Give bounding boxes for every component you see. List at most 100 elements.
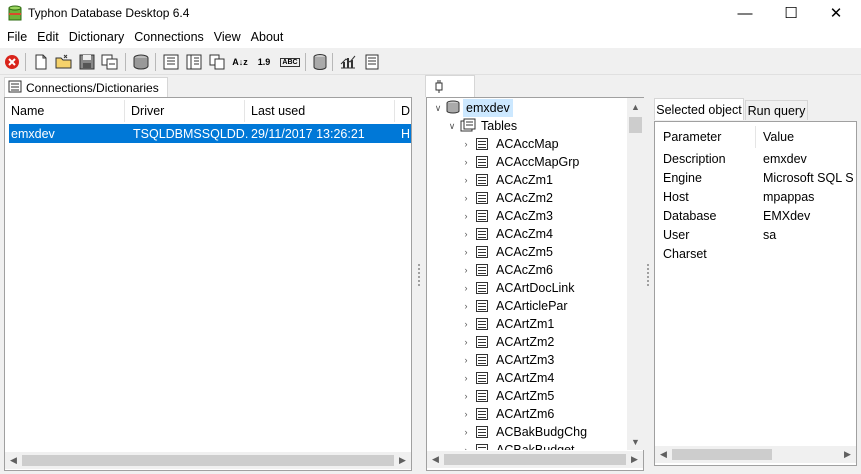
abc-format-icon[interactable]: ABC xyxy=(280,52,300,72)
tree-table-node[interactable]: ACAcZm3 xyxy=(496,207,553,225)
expand-icon[interactable]: › xyxy=(461,175,471,185)
number-format-icon[interactable]: 1.9 xyxy=(254,52,274,72)
table-row[interactable]: emxdev TSQLDBMSSQLDD... 29/11/2017 13:26… xyxy=(9,124,411,143)
connections-grid[interactable] xyxy=(4,97,412,471)
rows-icon[interactable] xyxy=(184,52,204,72)
scroll-left-icon[interactable]: ◀ xyxy=(427,451,444,468)
tree-table-node[interactable]: ACAcZm2 xyxy=(496,189,553,207)
close-button[interactable]: ✕ xyxy=(813,0,859,26)
expand-icon[interactable]: › xyxy=(461,301,471,311)
properties-horizontal-scrollbar[interactable]: ◀ ▶ xyxy=(655,446,856,463)
expand-icon[interactable]: › xyxy=(461,265,471,275)
sort-az-icon[interactable]: A↓z xyxy=(230,52,250,72)
expand-icon[interactable]: › xyxy=(461,337,471,347)
tree-table-node[interactable]: ACArtDocLink xyxy=(496,279,575,297)
table-icon xyxy=(476,426,488,438)
tree-vertical-scrollbar[interactable]: ▲ ▼ xyxy=(627,98,644,450)
expand-icon[interactable]: › xyxy=(461,157,471,167)
column-header-last-used[interactable]: Last used xyxy=(245,100,395,122)
tree-table-node[interactable]: ACArtZm1 xyxy=(496,315,554,333)
scroll-right-icon[interactable]: ▶ xyxy=(626,451,643,468)
collapse-icon[interactable]: ∨ xyxy=(447,121,457,131)
expand-icon[interactable]: › xyxy=(461,211,471,221)
scroll-right-icon[interactable]: ▶ xyxy=(394,452,411,469)
connections-icon[interactable] xyxy=(131,52,151,72)
property-name: Charset xyxy=(663,247,707,261)
menu-file[interactable]: File xyxy=(2,28,32,46)
tab-run-query[interactable]: Run query xyxy=(745,100,808,120)
splitter-grip[interactable] xyxy=(647,262,650,288)
notes-icon[interactable] xyxy=(362,52,382,72)
tab-object-tree[interactable] xyxy=(425,75,475,97)
tree-table-node[interactable]: ACAcZm5 xyxy=(496,243,553,261)
collapse-icon[interactable]: ∨ xyxy=(433,103,443,113)
tree-table-node[interactable]: ACAcZm4 xyxy=(496,225,553,243)
left-horizontal-scrollbar[interactable]: ◀ ▶ xyxy=(5,452,411,469)
tree-table-node[interactable]: ACArtZm2 xyxy=(496,333,554,351)
expand-icon[interactable]: › xyxy=(461,355,471,365)
table-icon xyxy=(476,138,488,150)
expand-icon[interactable]: › xyxy=(461,373,471,383)
tree-table-node[interactable]: ACBakBudgChg xyxy=(496,423,587,441)
tree-table-node[interactable]: ACAccMapGrp xyxy=(496,153,579,171)
scroll-left-icon[interactable]: ◀ xyxy=(655,446,672,463)
table-icon xyxy=(476,264,488,276)
expand-icon[interactable]: › xyxy=(461,391,471,401)
scroll-thumb[interactable] xyxy=(22,455,394,466)
column-header-name[interactable]: Name xyxy=(5,100,125,122)
toolbar-separator xyxy=(125,53,126,71)
scroll-thumb[interactable] xyxy=(444,454,626,465)
tree-table-node[interactable]: ACArticlePar xyxy=(496,297,568,315)
tab-label: Connections/Dictionaries xyxy=(26,80,159,95)
tree-table-node[interactable]: ACAccMap xyxy=(496,135,559,153)
splitter-grip[interactable] xyxy=(418,262,421,288)
scroll-right-icon[interactable]: ▶ xyxy=(839,446,856,463)
expand-icon[interactable]: › xyxy=(461,139,471,149)
tree-table-node[interactable]: ACArtZm3 xyxy=(496,351,554,369)
expand-icon[interactable]: › xyxy=(461,283,471,293)
table-icon xyxy=(476,336,488,348)
new-document-icon[interactable] xyxy=(31,52,51,72)
open-folder-icon[interactable] xyxy=(54,52,74,72)
expand-icon[interactable]: › xyxy=(461,319,471,329)
tree-table-node[interactable]: ACBakBudget xyxy=(496,441,575,450)
scroll-down-icon[interactable]: ▼ xyxy=(627,433,644,450)
menu-dictionary[interactable]: Dictionary xyxy=(64,28,130,46)
expand-icon[interactable]: › xyxy=(461,193,471,203)
tree-table-node[interactable]: ACAcZm6 xyxy=(496,261,553,279)
expand-icon[interactable]: › xyxy=(461,445,471,450)
column-header-driver[interactable]: Driver xyxy=(125,100,245,122)
tree-table-node[interactable]: ACArtZm5 xyxy=(496,387,554,405)
minimize-button[interactable]: — xyxy=(722,0,768,26)
copy-icon[interactable] xyxy=(207,52,227,72)
maximize-button[interactable]: ☐ xyxy=(768,0,814,26)
menu-connections[interactable]: Connections xyxy=(129,28,209,46)
columns-icon[interactable] xyxy=(161,52,181,72)
database-icon[interactable] xyxy=(310,52,330,72)
expand-icon[interactable]: › xyxy=(461,247,471,257)
tree-horizontal-scrollbar[interactable]: ◀ ▶ xyxy=(427,451,643,468)
tree-folder-tables[interactable]: Tables xyxy=(481,117,517,135)
menu-view[interactable]: View xyxy=(209,28,246,46)
menu-about[interactable]: About xyxy=(246,28,289,46)
menu-edit[interactable]: Edit xyxy=(32,28,64,46)
expand-icon[interactable]: › xyxy=(461,409,471,419)
scroll-thumb[interactable] xyxy=(629,117,642,133)
tree-root-node[interactable]: emxdev xyxy=(463,99,513,117)
chart-icon[interactable] xyxy=(338,52,358,72)
expand-icon[interactable]: › xyxy=(461,229,471,239)
tables-folder-icon xyxy=(460,118,476,135)
scroll-thumb[interactable] xyxy=(672,449,772,460)
tab-connections-dictionaries[interactable]: Connections/Dictionaries xyxy=(4,77,168,97)
save-all-icon[interactable] xyxy=(100,52,120,72)
expand-icon[interactable]: › xyxy=(461,427,471,437)
scroll-up-icon[interactable]: ▲ xyxy=(627,98,644,115)
tree-table-node[interactable]: ACArtZm6 xyxy=(496,405,554,423)
tree-table-node[interactable]: ACAcZm1 xyxy=(496,171,553,189)
save-icon[interactable] xyxy=(77,52,97,72)
column-header-d[interactable]: D xyxy=(395,100,411,122)
stop-icon[interactable] xyxy=(2,52,22,72)
tree-table-node[interactable]: ACArtZm4 xyxy=(496,369,554,387)
tab-selected-object[interactable]: Selected object xyxy=(654,98,744,120)
scroll-left-icon[interactable]: ◀ xyxy=(5,452,22,469)
